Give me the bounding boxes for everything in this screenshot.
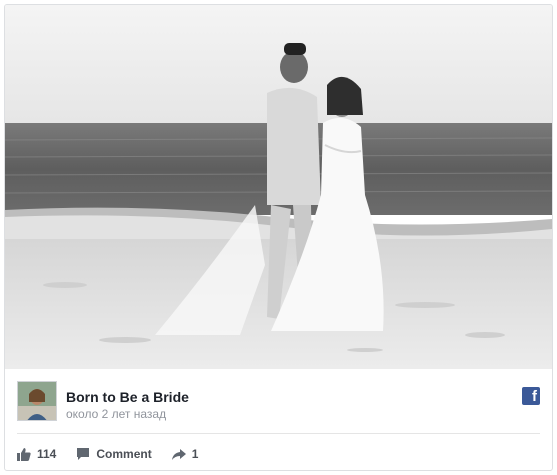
page-avatar[interactable] <box>17 381 57 421</box>
comment-label: Comment <box>96 447 152 461</box>
share-button[interactable]: 1 <box>171 447 199 461</box>
share-arrow-icon <box>171 449 186 460</box>
page-name-link[interactable]: Born to Be a Bride <box>66 389 189 405</box>
comment-icon <box>77 448 90 460</box>
facebook-post-embed: Born to Be a Bride около 2 лет назад f 1… <box>4 4 553 471</box>
photo-illustration <box>5 5 552 369</box>
post-header: Born to Be a Bride около 2 лет назад f <box>5 369 552 433</box>
post-actions-bar: 114 Comment 1 <box>17 443 218 465</box>
share-count: 1 <box>191 447 199 461</box>
actions-divider <box>17 433 540 434</box>
comment-button[interactable]: Comment <box>76 447 152 461</box>
thumbs-up-icon <box>17 448 31 461</box>
like-button[interactable]: 114 <box>17 447 56 461</box>
like-count: 114 <box>37 447 57 461</box>
post-timestamp[interactable]: около 2 лет назад <box>66 407 166 421</box>
post-photo[interactable] <box>5 5 552 369</box>
facebook-icon[interactable]: f <box>522 387 540 405</box>
avatar-image <box>18 382 56 420</box>
